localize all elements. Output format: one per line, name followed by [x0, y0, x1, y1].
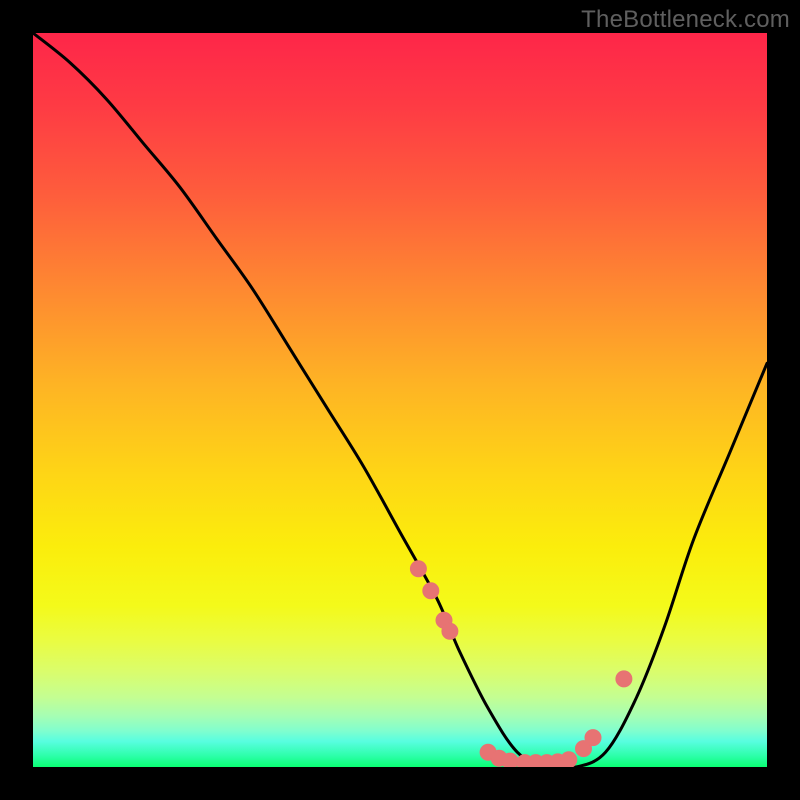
- highlight-point: [502, 753, 518, 767]
- highlight-point: [410, 561, 426, 577]
- highlight-points-group: [410, 561, 632, 767]
- highlight-point: [561, 752, 577, 767]
- plot-area: [33, 33, 767, 767]
- highlight-point: [616, 671, 632, 687]
- chart-stage: TheBottleneck.com: [0, 0, 800, 800]
- highlight-point: [585, 730, 601, 746]
- highlight-point: [442, 623, 458, 639]
- bottleneck-curve: [33, 33, 767, 767]
- watermark-text: TheBottleneck.com: [581, 6, 790, 34]
- highlight-point: [423, 583, 439, 599]
- curve-layer: [33, 33, 767, 767]
